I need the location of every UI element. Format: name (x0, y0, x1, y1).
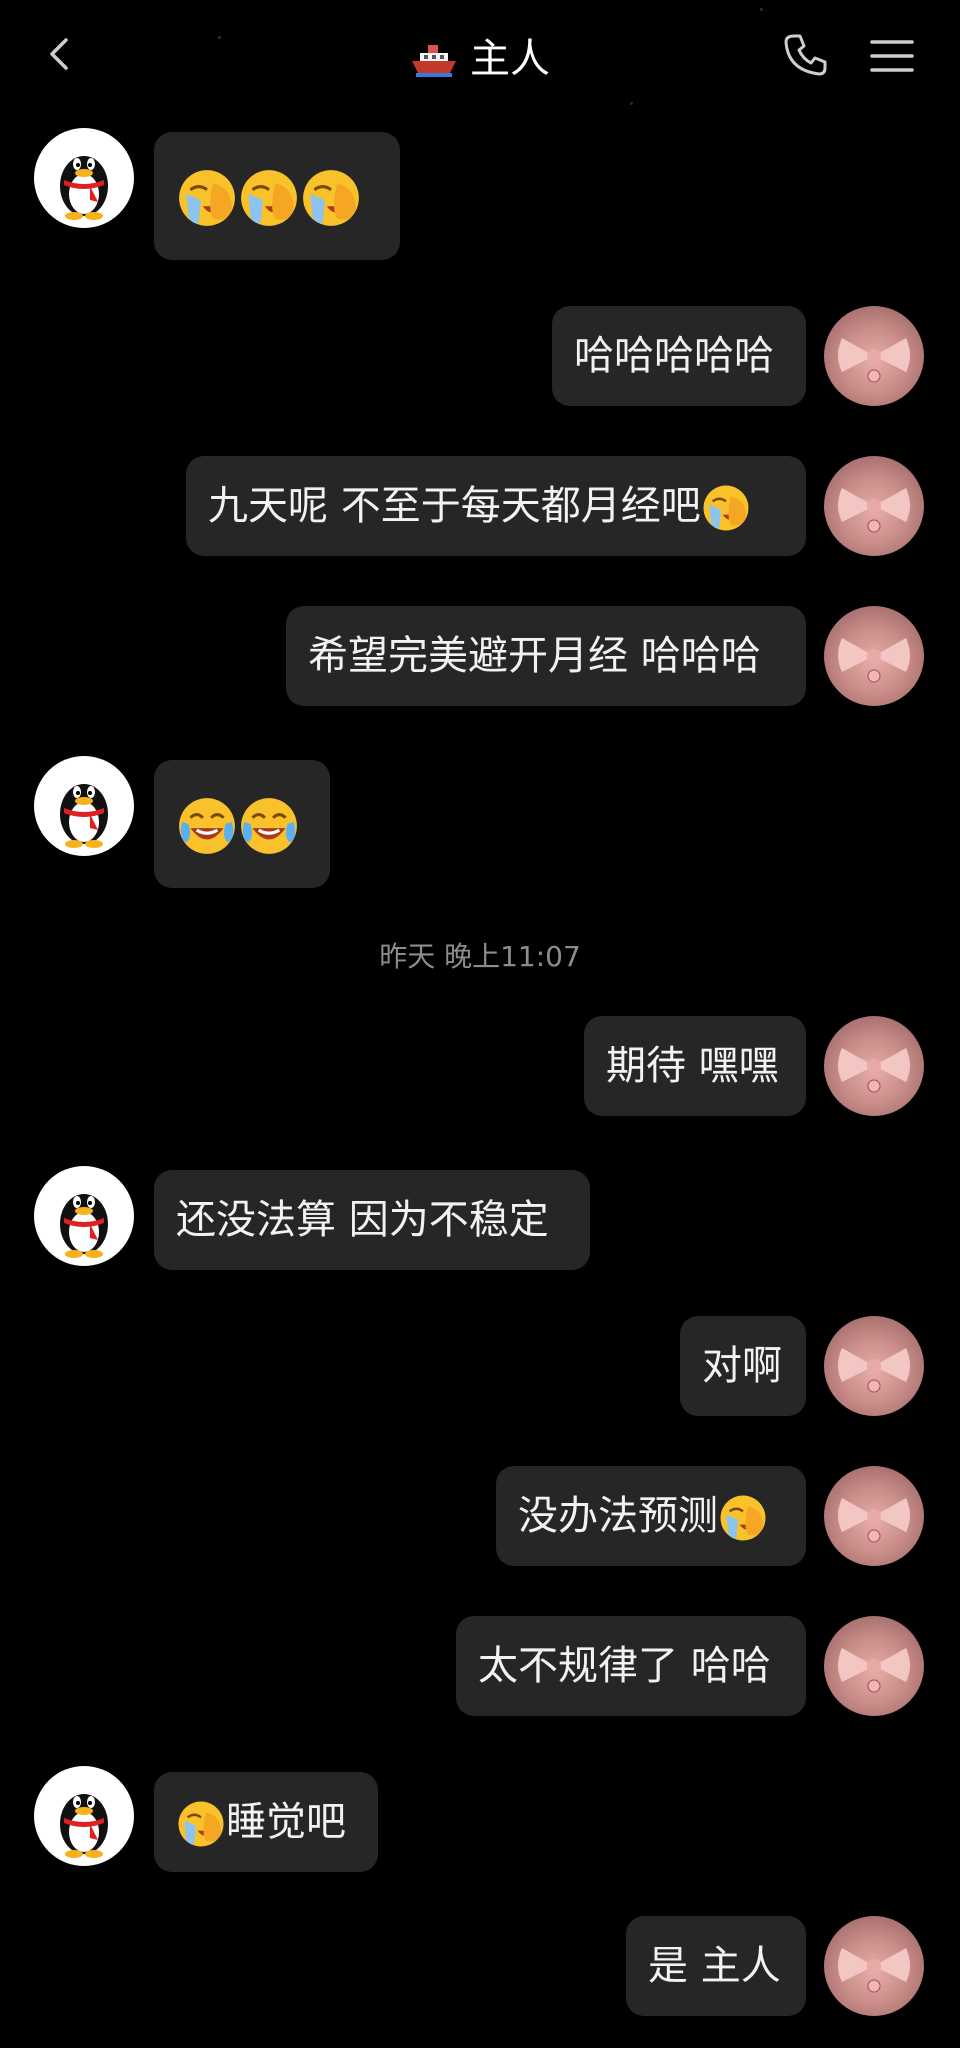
user-avatar[interactable] (824, 1616, 924, 1716)
message-bubble-received[interactable]: 睡觉吧 (154, 1772, 378, 1872)
chat-header: 主人 (0, 0, 960, 110)
message-bubble-received[interactable] (154, 132, 400, 260)
message-text: 期待 嘿嘿 (606, 1043, 779, 1089)
user-avatar[interactable] (824, 306, 924, 406)
menu-icon[interactable] (868, 36, 916, 76)
tears-of-joy-emoji-icon (239, 796, 299, 856)
message-bubble-sent[interactable]: 太不规律了 哈哈 (456, 1616, 806, 1716)
facepalm-emoji-icon (701, 484, 750, 532)
chat-title-text: 主人 (470, 36, 550, 82)
user-avatar[interactable] (824, 1466, 924, 1566)
contact-avatar[interactable] (34, 128, 134, 228)
user-avatar[interactable] (824, 1916, 924, 2016)
message-timestamp: 昨天 晚上11:07 (379, 940, 581, 973)
tears-of-joy-emoji-icon (177, 796, 237, 856)
message-text: 太不规律了 哈哈 (478, 1643, 771, 1689)
facepalm-emoji-icon (177, 168, 237, 228)
message-bubble-sent[interactable]: 是 主人 (626, 1916, 806, 2016)
phone-icon[interactable] (782, 30, 830, 78)
facepalm-emoji-icon (177, 1800, 225, 1848)
message-text: 对啊 (702, 1343, 782, 1389)
message-bubble-sent[interactable]: 哈哈哈哈哈 (552, 306, 806, 406)
user-avatar[interactable] (824, 1016, 924, 1116)
message-text: 希望完美避开月经 哈哈哈 (308, 633, 761, 679)
message-bubble-sent[interactable]: 期待 嘿嘿 (584, 1016, 806, 1116)
user-avatar[interactable] (824, 456, 924, 556)
message-text: 哈哈哈哈哈 (574, 333, 774, 379)
facepalm-emoji-icon (301, 168, 361, 228)
message-bubble-sent[interactable]: 九天呢 不至于每天都月经吧 (186, 456, 806, 556)
facepalm-emoji-icon (239, 168, 299, 228)
message-bubble-sent[interactable]: 没办法预测 (496, 1466, 806, 1566)
message-text: 还没法算 因为不稳定 (176, 1197, 549, 1243)
contact-avatar[interactable] (34, 1166, 134, 1266)
user-avatar[interactable] (824, 606, 924, 706)
message-text: 睡觉吧 (226, 1799, 346, 1845)
message-bubble-sent[interactable]: 希望完美避开月经 哈哈哈 (286, 606, 806, 706)
facepalm-emoji-icon (719, 1494, 767, 1542)
message-bubble-received[interactable] (154, 760, 330, 888)
message-text: 没办法预测 (518, 1493, 718, 1539)
message-bubble-sent[interactable]: 对啊 (680, 1316, 806, 1416)
contact-avatar[interactable] (34, 756, 134, 856)
message-bubble-received[interactable]: 还没法算 因为不稳定 (154, 1170, 590, 1270)
message-text: 是 主人 (648, 1943, 781, 1989)
contact-avatar[interactable] (34, 1766, 134, 1866)
ship-icon (412, 45, 456, 77)
message-text: 九天呢 不至于每天都月经吧 (208, 483, 701, 529)
user-avatar[interactable] (824, 1316, 924, 1416)
